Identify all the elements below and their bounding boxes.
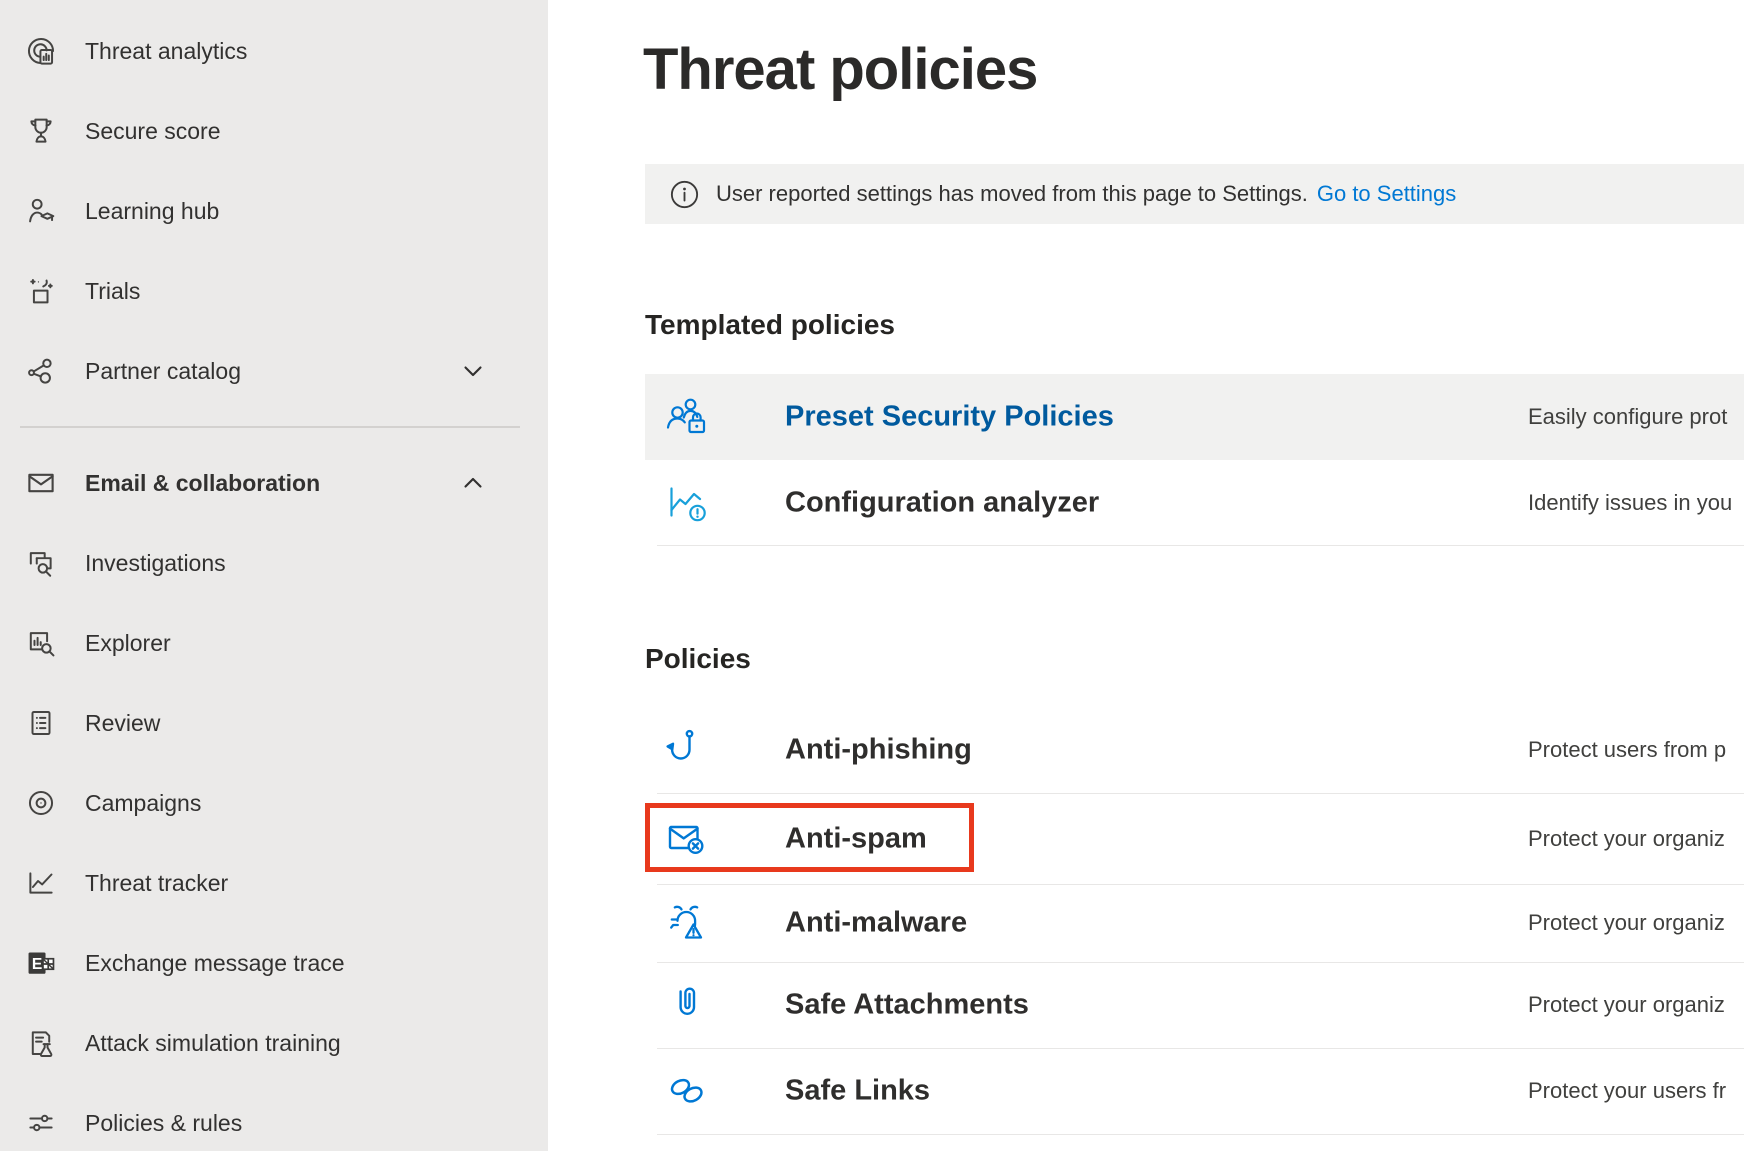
partner-catalog-icon [23,353,59,389]
sidebar-item-label: Explorer [85,630,171,657]
row-anti-malware[interactable]: Anti-malware Protect your organiz [645,884,1744,962]
sidebar: Threat analytics Secure score Learning h… [0,0,548,1151]
row-description: Identify issues in you [1528,490,1732,516]
row-divider [657,1134,1744,1135]
sidebar-item-label: Email & collaboration [85,470,320,497]
row-safe-attachments[interactable]: Safe Attachments Protect your organiz [645,962,1744,1048]
sidebar-item-label: Threat tracker [85,870,228,897]
safe-links-icon [663,1067,711,1115]
sidebar-item-partner-catalog[interactable]: Partner catalog [0,331,548,411]
sidebar-item-campaigns[interactable]: Campaigns [0,763,548,843]
sidebar-item-explorer[interactable]: Explorer [0,603,548,683]
secure-score-icon [23,113,59,149]
row-configuration-analyzer[interactable]: Configuration analyzer Identify issues i… [645,460,1744,545]
row-safe-links[interactable]: Safe Links Protect your users fr [645,1048,1744,1134]
row-description: Protect your organiz [1528,910,1725,936]
attack-simulation-icon [23,1025,59,1061]
sidebar-item-investigations[interactable]: Investigations [0,523,548,603]
sidebar-item-label: Learning hub [85,198,219,225]
sidebar-item-label: Threat analytics [85,38,247,65]
preset-security-icon [663,393,711,441]
threat-analytics-icon [23,33,59,69]
row-description: Protect your organiz [1528,992,1725,1018]
sidebar-item-attack-simulation-training[interactable]: Attack simulation training [0,1003,548,1083]
sidebar-item-trials[interactable]: Trials [0,251,548,331]
policies-heading: Policies [645,643,751,675]
learning-hub-icon [23,193,59,229]
sidebar-item-label: Policies & rules [85,1110,242,1137]
row-title: Anti-phishing [785,734,972,767]
sidebar-item-label: Trials [85,278,140,305]
row-description: Protect users from p [1528,737,1726,763]
row-description: Easily configure prot [1528,404,1727,430]
sidebar-item-learning-hub[interactable]: Learning hub [0,171,548,251]
exchange-icon: E [23,945,59,981]
anti-spam-icon [663,815,711,863]
anti-malware-icon [663,899,711,947]
sidebar-item-label: Attack simulation training [85,1030,341,1057]
row-title: Safe Attachments [785,989,1029,1022]
row-title: Anti-spam [785,822,927,855]
policies-rules-icon [23,1105,59,1141]
templated-policies-heading: Templated policies [645,309,895,341]
sidebar-item-exchange-message-trace[interactable]: E Exchange message trace [0,923,548,1003]
sidebar-item-label: Partner catalog [85,358,241,385]
explorer-icon [23,625,59,661]
review-icon [23,705,59,741]
sidebar-item-label: Secure score [85,118,221,145]
row-title: Safe Links [785,1075,930,1108]
page-title: Threat policies [643,36,1037,103]
investigations-icon [23,545,59,581]
chevron-down-icon[interactable] [458,356,488,386]
chevron-up-icon[interactable] [458,468,488,498]
row-anti-phishing[interactable]: Anti-phishing Protect users from p [645,707,1744,793]
row-description: Protect your organiz [1528,826,1725,852]
campaigns-icon [23,785,59,821]
row-description: Protect your users fr [1528,1078,1726,1104]
sidebar-item-label: Campaigns [85,790,201,817]
sidebar-divider [20,426,520,428]
sidebar-item-review[interactable]: Review [0,683,548,763]
sidebar-item-label: Exchange message trace [85,950,345,977]
row-title: Configuration analyzer [785,486,1099,519]
row-divider [657,545,1744,546]
safe-attachments-icon [663,981,711,1029]
sidebar-item-secure-score[interactable]: Secure score [0,91,548,171]
sidebar-item-threat-analytics[interactable]: Threat analytics [0,11,548,91]
row-anti-spam[interactable]: Anti-spam Protect your organiz [645,793,1744,884]
sidebar-item-label: Investigations [85,550,226,577]
email-icon [23,465,59,501]
banner-text: User reported settings has moved from th… [716,181,1308,207]
row-preset-security-policies[interactable]: Preset Security Policies Easily configur… [645,374,1744,460]
sidebar-item-email-collaboration[interactable]: Email & collaboration [0,443,548,523]
svg-text:E: E [32,956,42,973]
sidebar-item-policies-rules[interactable]: Policies & rules [0,1083,548,1163]
sidebar-item-threat-tracker[interactable]: Threat tracker [0,843,548,923]
info-banner: User reported settings has moved from th… [645,164,1744,224]
configuration-analyzer-icon [663,479,711,527]
row-title: Preset Security Policies [785,401,1114,434]
row-title: Anti-malware [785,907,967,940]
threat-tracker-icon [23,865,59,901]
anti-phishing-icon [663,726,711,774]
go-to-settings-link[interactable]: Go to Settings [1317,181,1456,207]
info-icon [670,180,699,209]
sidebar-item-label: Review [85,710,160,737]
trials-icon [23,273,59,309]
